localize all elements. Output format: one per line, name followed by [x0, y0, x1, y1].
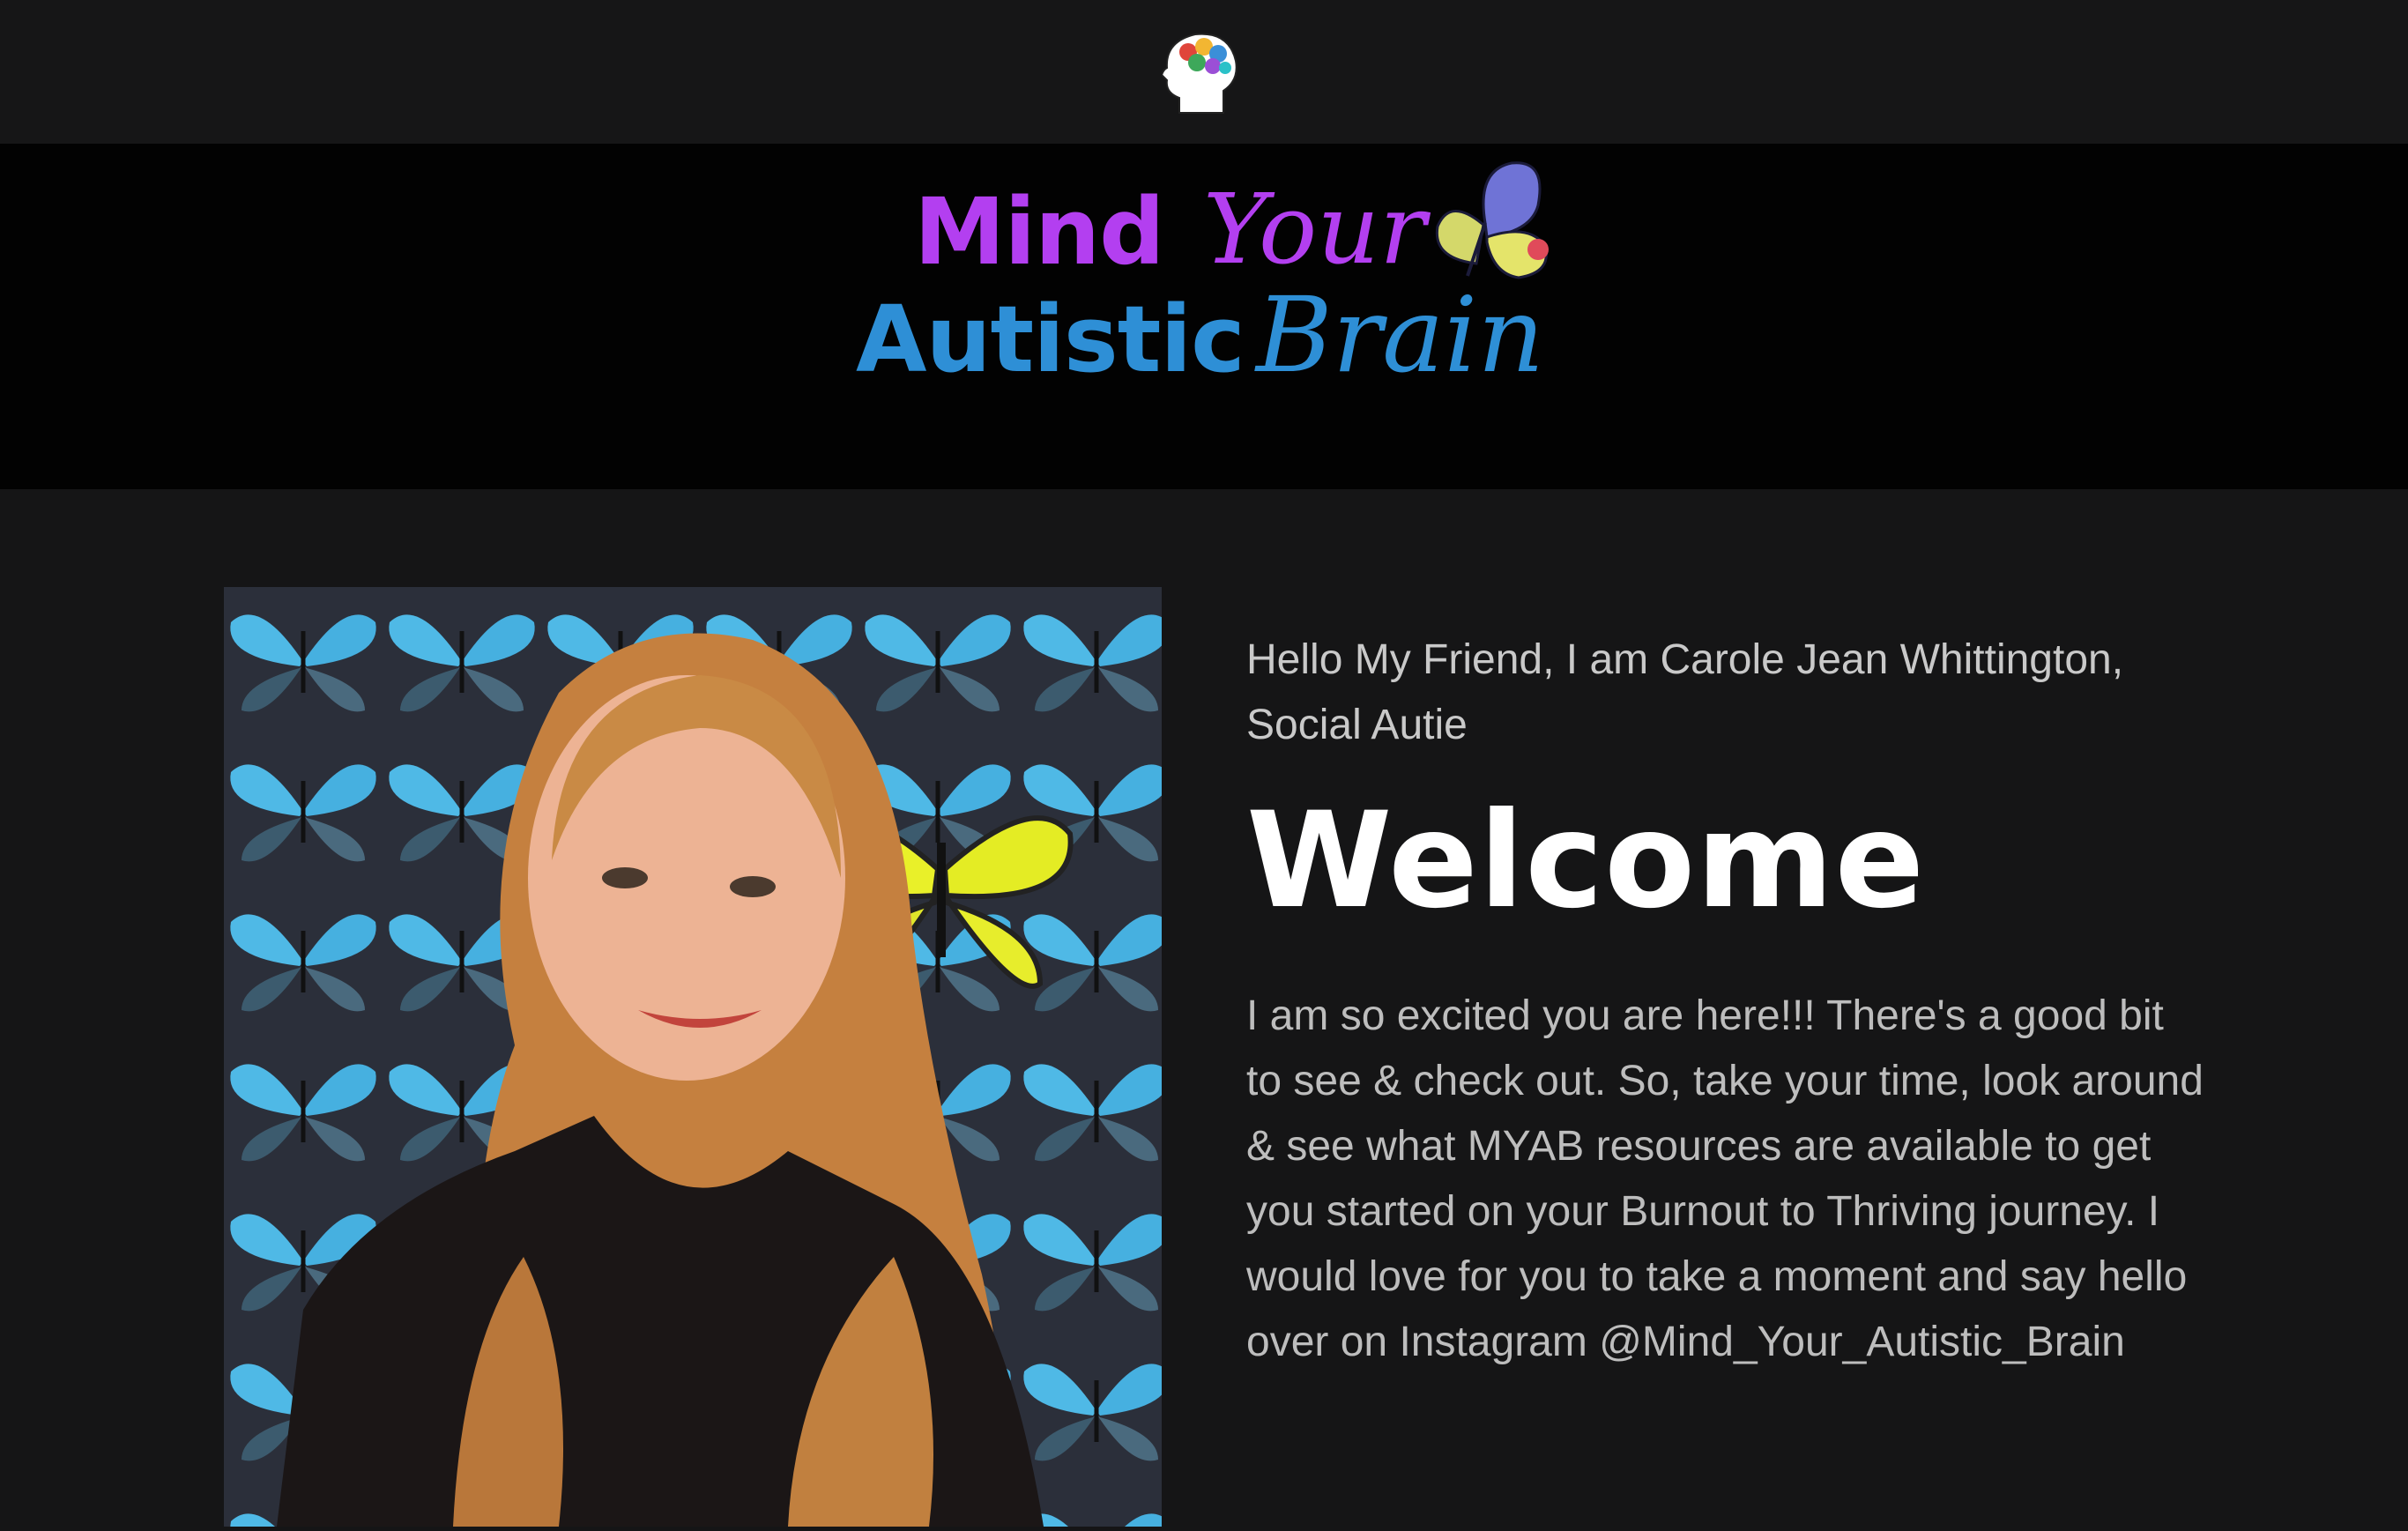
- brand-logo[interactable]: Mind Your Autistic Brain: [851, 161, 1573, 426]
- brand-word-your: Your: [1203, 173, 1426, 286]
- head-brain-icon[interactable]: [1162, 29, 1241, 117]
- brand-word-mind: Mind: [914, 178, 1165, 286]
- profile-photo: [224, 587, 1162, 1527]
- butterfly-icon: [1435, 161, 1549, 279]
- intro-text: Hello My Friend, I am Carole Jean Whitti…: [1246, 636, 2124, 748]
- welcome-body-text: I am so excited you are here!!! There's …: [1246, 992, 2204, 1365]
- page-title: Welcome: [1246, 784, 1926, 938]
- welcome-section: Hello My Friend, I am Carole Jean Whitti…: [1246, 628, 2207, 1365]
- brand-word-autistic: Autistic: [856, 286, 1245, 393]
- top-bar: [0, 0, 2408, 144]
- brand-banner: Mind Your Autistic Brain: [0, 144, 2408, 489]
